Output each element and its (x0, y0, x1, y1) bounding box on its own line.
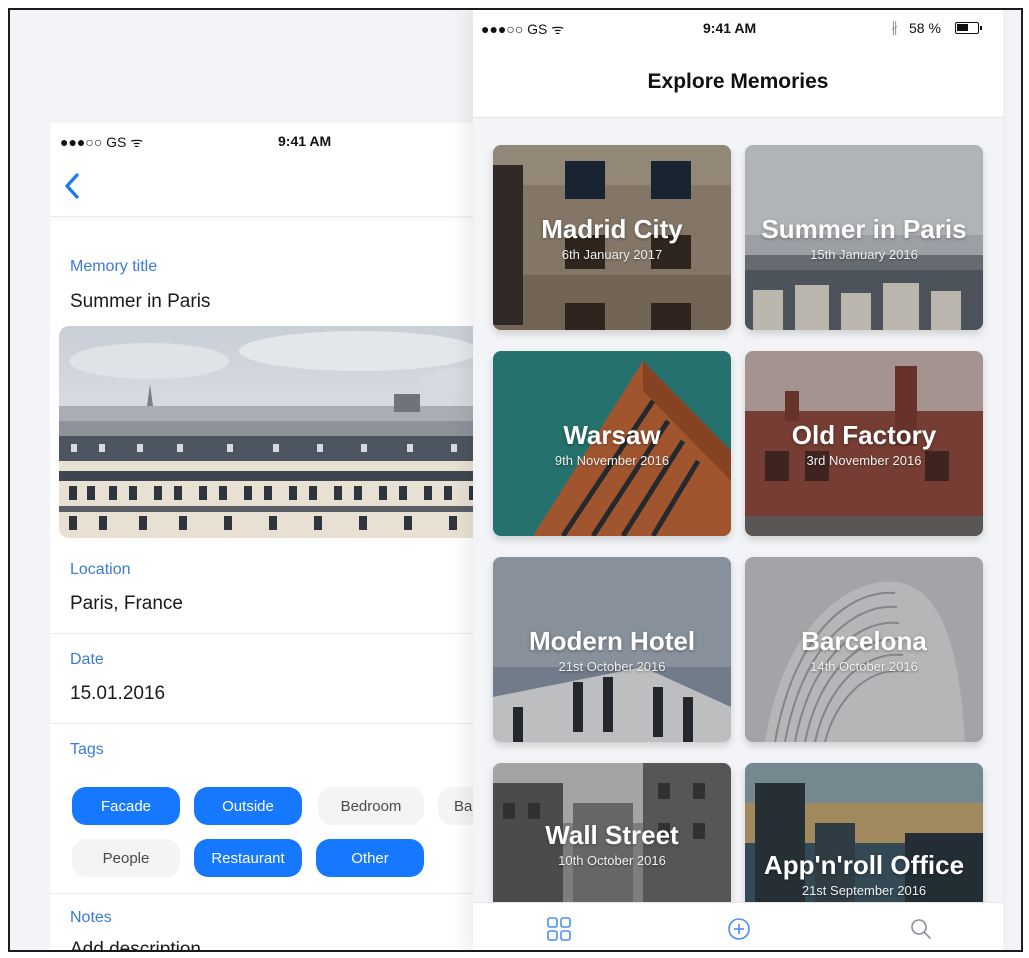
nav-bar (50, 159, 520, 217)
memory-title-label: Memory title (70, 258, 158, 275)
header: ●●●○○ GS ᯤ 9:41 AM ∦ 58 % Explore Memori… (473, 10, 1003, 118)
battery-percentage: 58 % (909, 20, 941, 36)
carrier-signal: ●●●○○ GS ᯤ (481, 21, 565, 37)
divider (50, 633, 520, 634)
date-label: Date (70, 651, 104, 668)
tag-people[interactable]: People (72, 839, 180, 877)
card-title: Old Factory (791, 419, 937, 450)
card-date: 21st September 2016 (801, 883, 927, 898)
card-title: Warsaw (563, 419, 661, 450)
card-date: 14th October 2016 (810, 659, 918, 675)
search-icon (911, 919, 931, 939)
location-label: Location (70, 561, 131, 578)
card-text: Old Factory 3rd November 2016 (745, 351, 983, 536)
card-title: Modern Hotel (528, 625, 696, 656)
chevron-left-icon (65, 173, 79, 199)
battery-icon (955, 22, 982, 34)
add-circle-icon (728, 918, 750, 940)
notes-label: Notes (70, 909, 112, 926)
card-date: 10th October 2016 (558, 853, 666, 868)
card-text: Warsaw 9th November 2016 (493, 351, 731, 536)
tag-restaurant[interactable]: Restaurant (194, 839, 302, 877)
card-title: Barcelona (801, 625, 927, 656)
status-bar: ●●●○○ GS ᯤ 9:41 AM ∦ 58 % (473, 10, 1003, 44)
memory-card-barcelona[interactable]: Barcelona 14th October 2016 (745, 557, 983, 742)
carrier-signal: ●●●○○ GS ᯤ (60, 134, 144, 150)
back-button[interactable] (60, 171, 86, 201)
tag-bedroom[interactable]: Bedroom (318, 787, 424, 825)
date-input[interactable]: 15.01.2016 (70, 683, 165, 705)
memory-card-modern-hotel[interactable]: Modern Hotel 21st October 2016 (493, 557, 731, 742)
card-date: 3rd November 2016 (806, 453, 922, 469)
tab-grid[interactable] (541, 911, 577, 947)
page-title: Explore Memories (647, 70, 829, 93)
memory-detail-screen: ●●●○○ GS ᯤ 9:41 AM Memory title Summer i… (50, 123, 520, 950)
card-title: Madrid City (541, 213, 683, 244)
bluetooth-icon: ∦ (891, 19, 898, 35)
status-bar: ●●●○○ GS ᯤ 9:41 AM (50, 123, 520, 159)
memory-card-old-factory[interactable]: Old Factory 3rd November 2016 (745, 351, 983, 536)
screenshot-frame: ●●●○○ GS ᯤ 9:41 AM Memory title Summer i… (8, 8, 1023, 952)
card-date: 6th January 2017 (561, 247, 663, 263)
tab-search[interactable] (903, 911, 939, 947)
tag-facade[interactable]: Facade (72, 787, 180, 825)
card-date: 15th January 2016 (810, 247, 918, 263)
card-text: Modern Hotel 21st October 2016 (493, 557, 731, 742)
tab-add[interactable] (721, 911, 757, 947)
status-time: 9:41 AM (278, 133, 332, 149)
card-title: Summer in Paris (761, 213, 967, 244)
grid-icon (547, 917, 571, 941)
memory-title-input[interactable]: Summer in Paris (70, 291, 210, 313)
card-text: Summer in Paris 15th January 2016 (745, 145, 983, 330)
divider (50, 723, 520, 724)
card-text: Barcelona 14th October 2016 (745, 557, 983, 742)
status-time: 9:41 AM (703, 20, 757, 36)
location-input[interactable]: Paris, France (70, 593, 183, 615)
card-title: App'n'roll Office (763, 849, 965, 880)
paris-rooftops-image (59, 326, 520, 538)
memory-card-madrid-city[interactable]: Madrid City 6th January 2017 (493, 145, 731, 330)
tag-other[interactable]: Other (316, 839, 424, 877)
card-date: 21st October 2016 (558, 659, 666, 675)
tag-outside[interactable]: Outside (194, 787, 302, 825)
card-text: Madrid City 6th January 2017 (493, 145, 731, 330)
notes-input[interactable]: Add description (70, 939, 201, 950)
memory-photo[interactable] (59, 326, 520, 538)
card-title: Wall Street (545, 819, 679, 850)
divider (50, 893, 520, 894)
explore-memories-screen: ●●●○○ GS ᯤ 9:41 AM ∦ 58 % Explore Memori… (473, 10, 1003, 950)
tags-label: Tags (70, 741, 104, 758)
memory-card-summer-in-paris[interactable]: Summer in Paris 15th January 2016 (745, 145, 983, 330)
card-date: 9th November 2016 (554, 453, 670, 469)
tab-bar (473, 902, 1003, 950)
memory-card-warsaw[interactable]: Warsaw 9th November 2016 (493, 351, 731, 536)
